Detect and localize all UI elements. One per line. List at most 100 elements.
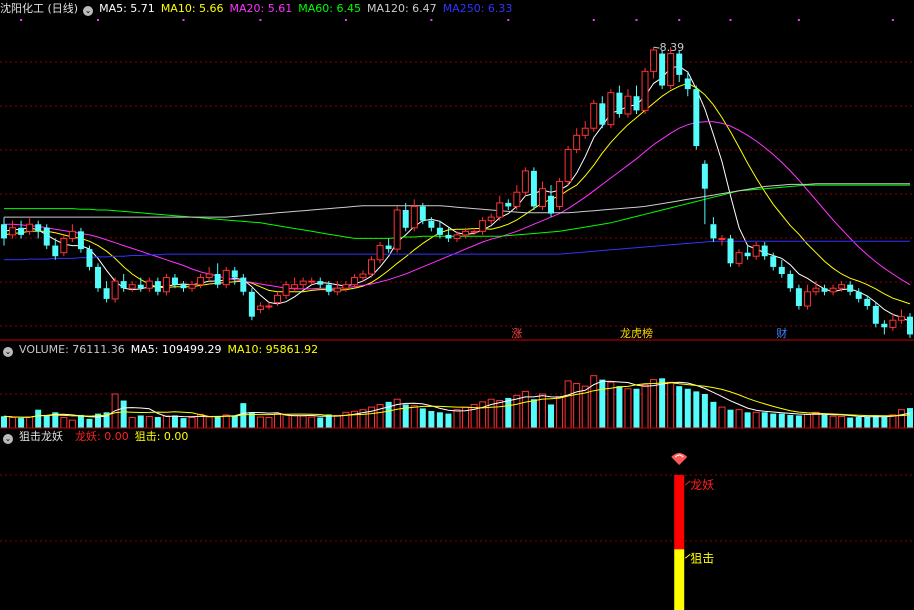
candle-body [393, 209, 401, 250]
grid-lines [0, 61, 914, 542]
volume-bar [897, 409, 905, 429]
candle-body [496, 202, 504, 218]
candle-body [120, 281, 127, 289]
volume-bar [453, 409, 461, 429]
candle-body [521, 170, 529, 193]
legend-item: 龙妖: 0.00 [75, 430, 129, 443]
volume-bar [282, 414, 290, 429]
volume-bar [847, 417, 854, 428]
legend-item: MA5: 109499.29 [130, 343, 222, 356]
candle-body [453, 234, 461, 239]
volume-bar [556, 396, 564, 429]
volume-bar [684, 388, 691, 428]
volume-bar [60, 417, 68, 429]
volume-bar [778, 413, 785, 428]
legend-item: MA20: 5.61 [229, 2, 293, 15]
volume-bar [727, 409, 734, 428]
volume-bar [445, 413, 452, 428]
candle-body [111, 280, 119, 300]
candle-body [847, 284, 854, 292]
volume-bar [718, 406, 726, 429]
candle-body [752, 245, 760, 257]
candle-body [9, 227, 17, 236]
volume-legend: VOLUME: 76111.36 MA5: 109499.29 MA10: 9586… [19, 343, 324, 356]
candle-body [222, 269, 230, 286]
volume-bar [205, 416, 213, 429]
event-dot [507, 19, 510, 21]
volume-bar [599, 379, 606, 428]
candle-body [333, 287, 341, 293]
candle-body [419, 206, 426, 221]
candle-body [35, 224, 42, 232]
collapse-toggle-icon[interactable]: ⌄ [83, 6, 94, 16]
candle-body [205, 273, 213, 279]
volume-bar [68, 419, 76, 429]
candle-body [291, 284, 299, 289]
volume-bar [821, 414, 828, 428]
volume-bar [256, 416, 264, 429]
candle-body [137, 284, 144, 289]
volume-bar [889, 414, 897, 429]
candle-body [590, 102, 598, 129]
volume-bar [137, 415, 144, 428]
volume-bar [564, 380, 572, 429]
candle-body [795, 288, 802, 306]
legend-item: MA5: 5.71 [99, 2, 155, 15]
candle-body [18, 227, 25, 235]
volume-bar [864, 416, 871, 428]
volume-bar [180, 418, 187, 428]
volume-bar [701, 394, 708, 428]
volume-bar [744, 412, 751, 428]
volume-bar [393, 398, 401, 429]
legend-item: 狙击: 0.00 [134, 430, 189, 443]
indicator-legend: 龙妖: 0.00 狙击: 0.00 [75, 430, 194, 443]
volume-bar [829, 415, 837, 429]
candle-body [1, 224, 7, 239]
candle-body [701, 163, 708, 189]
candle-body [231, 270, 238, 278]
volume-bar [607, 381, 615, 429]
volume-bar [505, 397, 512, 428]
volume-bar [154, 417, 161, 428]
volume-bar [299, 415, 307, 429]
candle-body [778, 266, 785, 274]
candle-body [342, 284, 350, 289]
event-dot [635, 19, 638, 21]
candle-body [43, 227, 50, 246]
volume-bar [26, 416, 34, 429]
volume-bar [308, 416, 316, 429]
candle-body [607, 92, 615, 126]
candle-body [436, 227, 443, 235]
candle-body [214, 274, 221, 285]
volume-bar [86, 418, 93, 428]
chart-canvas[interactable]: 龙妖狙击 8.39 涨 龙虎榜 财 [0, 0, 914, 610]
volume-bar [752, 411, 760, 429]
candle-body [581, 127, 589, 136]
volume-bar [530, 399, 537, 428]
volume-collapse-toggle-icon[interactable]: ⌄ [3, 347, 13, 357]
volume-bar [496, 400, 504, 429]
candle-body [530, 170, 537, 207]
volume-bar [120, 400, 127, 428]
legend-item: MA60: 6.45 [298, 2, 361, 15]
candle-body [838, 284, 846, 289]
snipe-bar-label: 狙击 [690, 551, 714, 565]
volume-bar [428, 411, 435, 428]
candle-body [462, 230, 470, 236]
candle-body [735, 252, 743, 264]
candle-body [154, 281, 161, 292]
candle-body [317, 281, 324, 285]
volume-bar [710, 401, 717, 428]
volume-bar [803, 413, 811, 429]
volume-bar [633, 388, 640, 428]
candle-body [479, 220, 487, 232]
volume-bar [222, 414, 230, 429]
candle-body [599, 103, 606, 125]
volume-bar [274, 413, 282, 429]
indicator-collapse-toggle-icon[interactable]: ⌄ [3, 434, 13, 444]
volume-bar [410, 405, 418, 429]
candle-body [445, 234, 452, 239]
volume-bar [641, 384, 649, 429]
dragon-bar [674, 475, 685, 550]
volume-bar [77, 414, 84, 428]
